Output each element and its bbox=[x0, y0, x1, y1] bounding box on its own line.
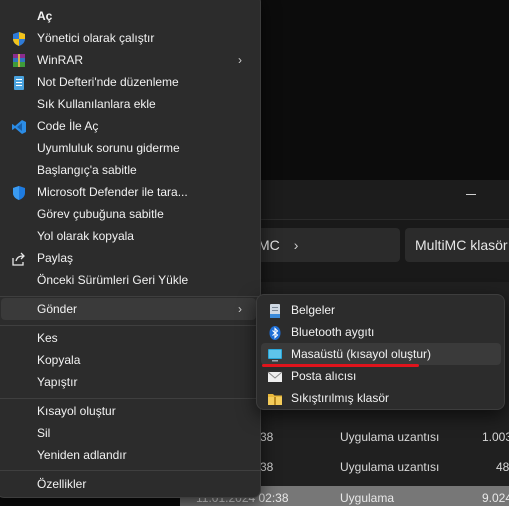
menu-item-send-to[interactable]: Gönder › bbox=[1, 298, 256, 320]
notepad-icon bbox=[11, 75, 27, 90]
menu-item-pin-taskbar[interactable]: Görev çubuğuna sabitle bbox=[1, 203, 256, 225]
menu-divider bbox=[0, 470, 262, 471]
menu-item-label: Gönder bbox=[37, 302, 78, 316]
file-row-size: 1.003 bbox=[482, 430, 509, 444]
menu-item-open-with-code[interactable]: Code İle Aç bbox=[1, 115, 256, 137]
zip-folder-icon bbox=[267, 391, 283, 405]
uac-shield-icon bbox=[11, 31, 27, 46]
search-input[interactable]: MultiMC klasör bbox=[405, 228, 509, 262]
menu-item-label: Code İle Aç bbox=[37, 119, 99, 133]
menu-item-label: Önceki Sürümleri Geri Yükle bbox=[37, 273, 189, 287]
breadcrumb-separator-icon: › bbox=[293, 237, 299, 253]
send-to-desktop-shortcut[interactable]: Masaüstü (kısayol oluştur) bbox=[261, 343, 501, 365]
file-row-type: Uygulama bbox=[340, 491, 395, 505]
bluetooth-icon bbox=[267, 325, 283, 340]
file-row-time: 38 bbox=[260, 430, 274, 444]
file-row-time: 38 bbox=[260, 460, 274, 474]
defender-shield-icon bbox=[11, 185, 27, 200]
menu-item-label: Kopyala bbox=[37, 353, 81, 367]
file-row-size: 48 bbox=[496, 460, 509, 474]
send-to-documents[interactable]: Belgeler bbox=[261, 299, 501, 321]
menu-divider bbox=[0, 398, 262, 399]
search-input-text: MultiMC klasör bbox=[415, 237, 508, 253]
menu-item-create-shortcut[interactable]: Kısayol oluştur bbox=[1, 400, 256, 422]
menu-item-label: Kısayol oluştur bbox=[37, 404, 116, 418]
menu-item-label: Microsoft Defender ile tara... bbox=[37, 185, 188, 199]
menu-divider bbox=[0, 296, 262, 297]
chevron-right-icon: › bbox=[238, 53, 242, 67]
vscode-icon bbox=[11, 119, 27, 134]
menu-item-copy-path[interactable]: Yol olarak kopyala bbox=[1, 225, 256, 247]
desktop-icon bbox=[267, 347, 283, 362]
menu-item-label: Görev çubuğuna sabitle bbox=[37, 207, 164, 221]
menu-item-restore-versions[interactable]: Önceki Sürümleri Geri Yükle bbox=[1, 269, 256, 291]
menu-item-label: WinRAR bbox=[37, 53, 84, 67]
menu-item-copy[interactable]: Kopyala bbox=[1, 349, 256, 371]
minimize-icon[interactable] bbox=[466, 194, 476, 195]
menu-item-run-as-admin[interactable]: Yönetici olarak çalıştır bbox=[1, 27, 256, 49]
menu-item-label: Uyumluluk sorunu giderme bbox=[37, 141, 180, 155]
menu-item-winrar[interactable]: WinRAR › bbox=[1, 49, 256, 71]
submenu-item-label: Sıkıştırılmış klasör bbox=[291, 391, 390, 405]
menu-item-paste[interactable]: Yapıştır bbox=[1, 371, 256, 393]
menu-item-label: Yapıştır bbox=[37, 375, 78, 389]
menu-item-label: Paylaş bbox=[37, 251, 74, 265]
menu-item-label: Not Defteri'nde düzenleme bbox=[37, 75, 179, 89]
send-to-zip-folder[interactable]: Sıkıştırılmış klasör bbox=[261, 387, 501, 409]
send-to-submenu: Belgeler Bluetooth aygıtı Masaüstü (kısa… bbox=[256, 294, 505, 410]
documents-icon bbox=[267, 303, 283, 318]
send-to-mail-recipient[interactable]: Posta alıcısı bbox=[261, 365, 501, 387]
menu-item-defender-scan[interactable]: Microsoft Defender ile tara... bbox=[1, 181, 256, 203]
menu-item-open[interactable]: Aç bbox=[1, 5, 256, 27]
menu-item-properties[interactable]: Özellikler bbox=[1, 473, 256, 495]
file-row-size: 9.024 bbox=[482, 491, 509, 505]
submenu-item-label: Posta alıcısı bbox=[291, 369, 357, 383]
share-icon bbox=[11, 251, 27, 266]
highlight-underline bbox=[262, 364, 419, 367]
menu-item-label: Başlangıç'a sabitle bbox=[37, 163, 137, 177]
context-menu: Aç Yönetici olarak çalıştır WinRAR › Not… bbox=[0, 0, 262, 498]
menu-item-compatibility[interactable]: Uyumluluk sorunu giderme bbox=[1, 137, 256, 159]
submenu-item-label: Masaüstü (kısayol oluştur) bbox=[291, 347, 432, 361]
menu-item-notepad-edit[interactable]: Not Defteri'nde düzenleme bbox=[1, 71, 256, 93]
menu-item-share[interactable]: Paylaş bbox=[1, 247, 256, 269]
menu-item-pin-start[interactable]: Başlangıç'a sabitle bbox=[1, 159, 256, 181]
menu-divider bbox=[0, 325, 262, 326]
file-row-type: Uygulama uzantısı bbox=[340, 460, 440, 474]
menu-item-delete[interactable]: Sil bbox=[1, 422, 256, 444]
menu-item-label: Yeniden adlandır bbox=[37, 448, 127, 462]
menu-item-label: Yol olarak kopyala bbox=[37, 229, 134, 243]
menu-item-add-favorites[interactable]: Sık Kullanılanlara ekle bbox=[1, 93, 256, 115]
chevron-right-icon: › bbox=[238, 302, 242, 316]
menu-item-rename[interactable]: Yeniden adlandır bbox=[1, 444, 256, 466]
breadcrumb-item: MC bbox=[258, 237, 280, 253]
menu-item-label: Yönetici olarak çalıştır bbox=[37, 31, 155, 45]
menu-item-label: Kes bbox=[37, 331, 58, 345]
menu-item-label: Aç bbox=[37, 9, 53, 23]
send-to-bluetooth[interactable]: Bluetooth aygıtı bbox=[261, 321, 501, 343]
mail-icon bbox=[267, 369, 283, 383]
breadcrumb[interactable]: MC › bbox=[240, 228, 400, 262]
menu-item-cut[interactable]: Kes bbox=[1, 327, 256, 349]
winrar-icon bbox=[11, 53, 27, 67]
menu-item-label: Sil bbox=[37, 426, 51, 440]
menu-item-label: Özellikler bbox=[37, 477, 87, 491]
submenu-item-label: Bluetooth aygıtı bbox=[291, 325, 375, 339]
menu-item-label: Sık Kullanılanlara ekle bbox=[37, 97, 156, 111]
file-row-type: Uygulama uzantısı bbox=[340, 430, 440, 444]
submenu-item-label: Belgeler bbox=[291, 303, 336, 317]
